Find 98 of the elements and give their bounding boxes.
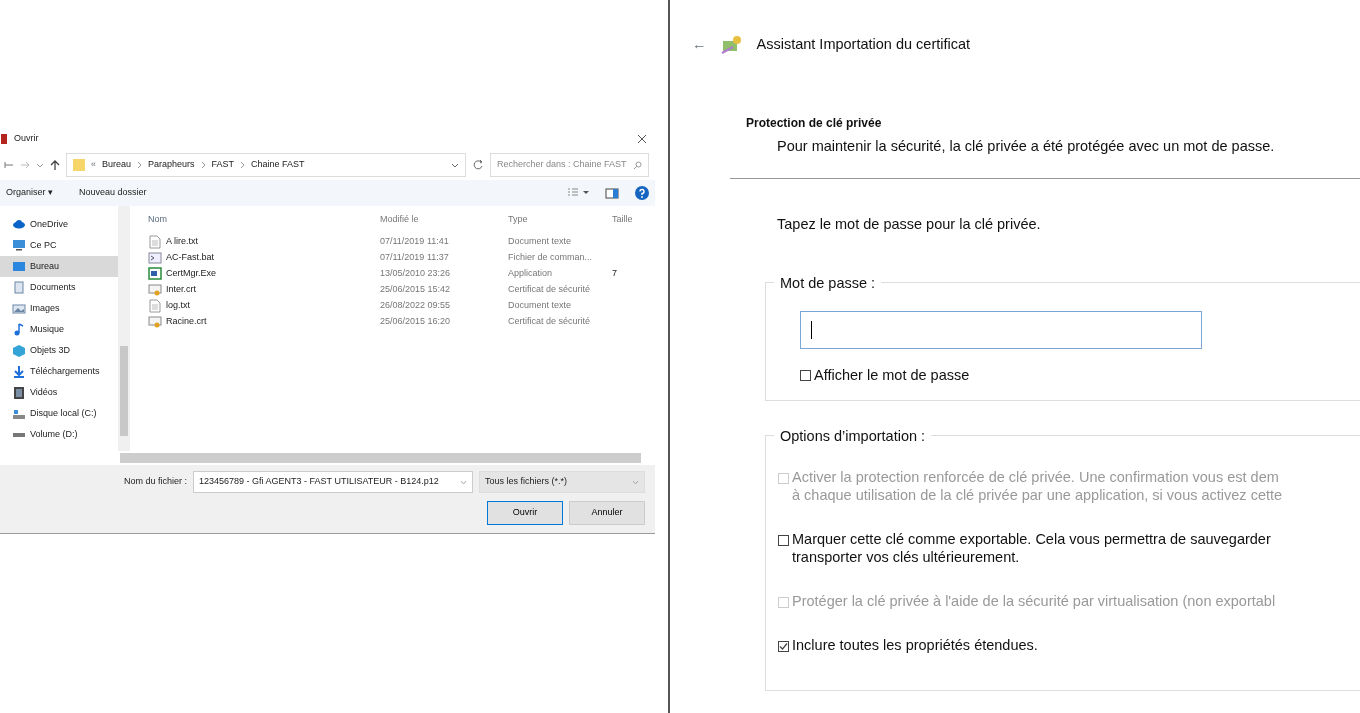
checkbox-label[interactable]: Afficher le mot de passe (814, 364, 970, 387)
file-date: 13/05/2010 23:26 (380, 267, 452, 281)
sidebar-item[interactable]: Vidéos (0, 382, 118, 403)
file-name[interactable]: CertMgr.Exe (166, 267, 216, 281)
wizard-title: Assistant Importation du certificat (756, 35, 971, 55)
column-header[interactable]: Taille (612, 213, 642, 227)
checkbox[interactable] (778, 641, 789, 653)
sidebar-item[interactable]: Images (0, 298, 118, 319)
toolbar-button[interactable]: Nouveau dossier (79, 186, 147, 200)
file-date: 07/11/2019 11:37 (380, 251, 450, 265)
back-button[interactable]: ← (692, 34, 707, 56)
app-icon (0, 133, 10, 145)
open-button[interactable]: Ouvrir (487, 501, 563, 525)
column-header[interactable]: Nom (148, 213, 380, 227)
batch-file-icon (148, 251, 162, 265)
sidebar-item[interactable]: Ce PC (0, 235, 118, 256)
sidebar-item[interactable]: Disque local (C:) (0, 403, 118, 424)
vertical-scrollbar[interactable] (118, 206, 130, 451)
filename-field[interactable]: 123456789 - Gfi AGENT3 - FAST UTILISATEUR - B124.p12 (193, 471, 473, 493)
address-bar[interactable]: « Bureau Parapheurs FAST Chaine FAST (66, 153, 466, 177)
chevron-down-icon[interactable] (451, 161, 459, 169)
filename-label: Nom du fichier : (123, 475, 187, 489)
file-type: Certificat de sécurité (508, 283, 592, 297)
search-field[interactable]: Rechercher dans : Chaine FAST (490, 153, 649, 177)
chevron-down-icon (632, 478, 639, 486)
window-title: Ouvrir (14, 132, 39, 146)
file-date: 25/06/2015 15:42 (380, 283, 452, 297)
toolbar-button[interactable]: Organiser ▾ (6, 186, 54, 200)
checkbox[interactable] (800, 369, 811, 381)
page-description: Pour maintenir la sécurité, la clé privée a été protégée avec un mot de passe. (776, 137, 1276, 156)
sidebar-item[interactable]: Objets 3D (0, 340, 118, 361)
file-size: 7 (612, 267, 617, 281)
breadcrumb-item[interactable]: Chaine FAST (251, 158, 305, 172)
checkbox-label[interactable]: Marquer cette clé comme exportable. Cela vous permettra de sauvegarder transporter vos clés ultérieurement. (792, 530, 1271, 567)
file-type: Document texte (508, 299, 573, 313)
instruction-text: Tapez le mot de passe pour la clé privée. (776, 214, 1042, 234)
chevron-down-icon (460, 478, 467, 486)
checkbox-label[interactable]: Inclure toutes les propriétés étendues. (792, 636, 1038, 655)
chevron-right-icon (137, 161, 143, 169)
document-icon (12, 280, 26, 295)
file-type: Fichier de comman... (508, 251, 594, 265)
application-icon (148, 267, 162, 281)
up-arrow-icon[interactable] (50, 159, 60, 171)
music-note-icon (12, 322, 26, 337)
text-file-icon (148, 235, 162, 249)
file-date: 25/06/2015 16:20 (380, 315, 452, 329)
column-header[interactable]: Modifié le (380, 213, 508, 227)
film-icon (12, 385, 26, 400)
breadcrumb-item[interactable]: Parapheurs (148, 158, 195, 172)
breadcrumb-item[interactable]: Bureau (102, 158, 132, 172)
desktop-icon (12, 259, 26, 274)
download-arrow-icon (12, 364, 26, 379)
text-file-icon (148, 299, 162, 313)
cancel-button[interactable]: Annuler (569, 501, 645, 525)
checkbox[interactable] (778, 535, 789, 547)
breadcrumb-item[interactable]: FAST (211, 158, 235, 172)
file-name[interactable]: AC-Fast.bat (166, 251, 214, 265)
folder-icon (73, 158, 85, 172)
chevron-right-icon (240, 161, 246, 169)
certificate-icon (148, 283, 162, 297)
view-options-icon[interactable] (567, 188, 589, 198)
page-heading: Protection de clé privée (746, 115, 883, 132)
horizontal-scrollbar[interactable] (120, 453, 641, 463)
file-type: Certificat de sécurité (508, 315, 592, 329)
drive-icon (12, 431, 26, 438)
sidebar-item[interactable]: Téléchargements (0, 361, 118, 382)
cube-icon (12, 343, 26, 358)
text-cursor (811, 320, 812, 339)
help-icon[interactable] (635, 186, 649, 200)
file-type-dropdown[interactable]: Tous les fichiers (*.*) (479, 471, 645, 493)
password-field[interactable] (800, 310, 1202, 349)
sidebar-item[interactable]: Volume (D:) (0, 424, 118, 445)
preview-pane-icon[interactable] (605, 187, 619, 199)
file-name[interactable]: Racine.crt (166, 315, 207, 329)
file-date: 26/08/2022 09:55 (380, 299, 452, 313)
checkbox-label: Protéger la clé privée à l'aide de la sécurité par virtualisation (non exportabl (792, 592, 1276, 611)
sidebar-item[interactable]: Documents (0, 277, 118, 298)
search-icon (633, 160, 642, 170)
file-name[interactable]: log.txt (166, 299, 190, 313)
picture-icon (12, 301, 26, 316)
sidebar-item[interactable]: Bureau (0, 256, 118, 277)
file-type: Application (508, 267, 554, 281)
chevron-down-icon[interactable] (36, 161, 44, 169)
file-name[interactable]: A lire.txt (166, 235, 198, 249)
column-header[interactable]: Type (508, 213, 612, 227)
close-icon[interactable] (637, 134, 647, 144)
file-date: 07/11/2019 11:41 (380, 235, 450, 249)
sidebar-item[interactable]: OneDrive (0, 214, 118, 235)
file-type: Document texte (508, 235, 573, 249)
checkbox-label: Activer la protection renforcée de clé privée. Une confirmation vous est dem à chaque utilisation de la clé privée par une application, si vous activez cette (792, 468, 1283, 505)
sidebar-item[interactable]: Musique (0, 319, 118, 340)
chevron-right-icon (200, 161, 206, 169)
refresh-icon[interactable] (472, 159, 484, 171)
certificate-icon (720, 35, 743, 55)
certificate-icon (148, 315, 162, 329)
breadcrumb-overflow[interactable]: « (91, 158, 96, 172)
monitor-icon (12, 238, 26, 253)
file-name[interactable]: Inter.crt (166, 283, 196, 297)
